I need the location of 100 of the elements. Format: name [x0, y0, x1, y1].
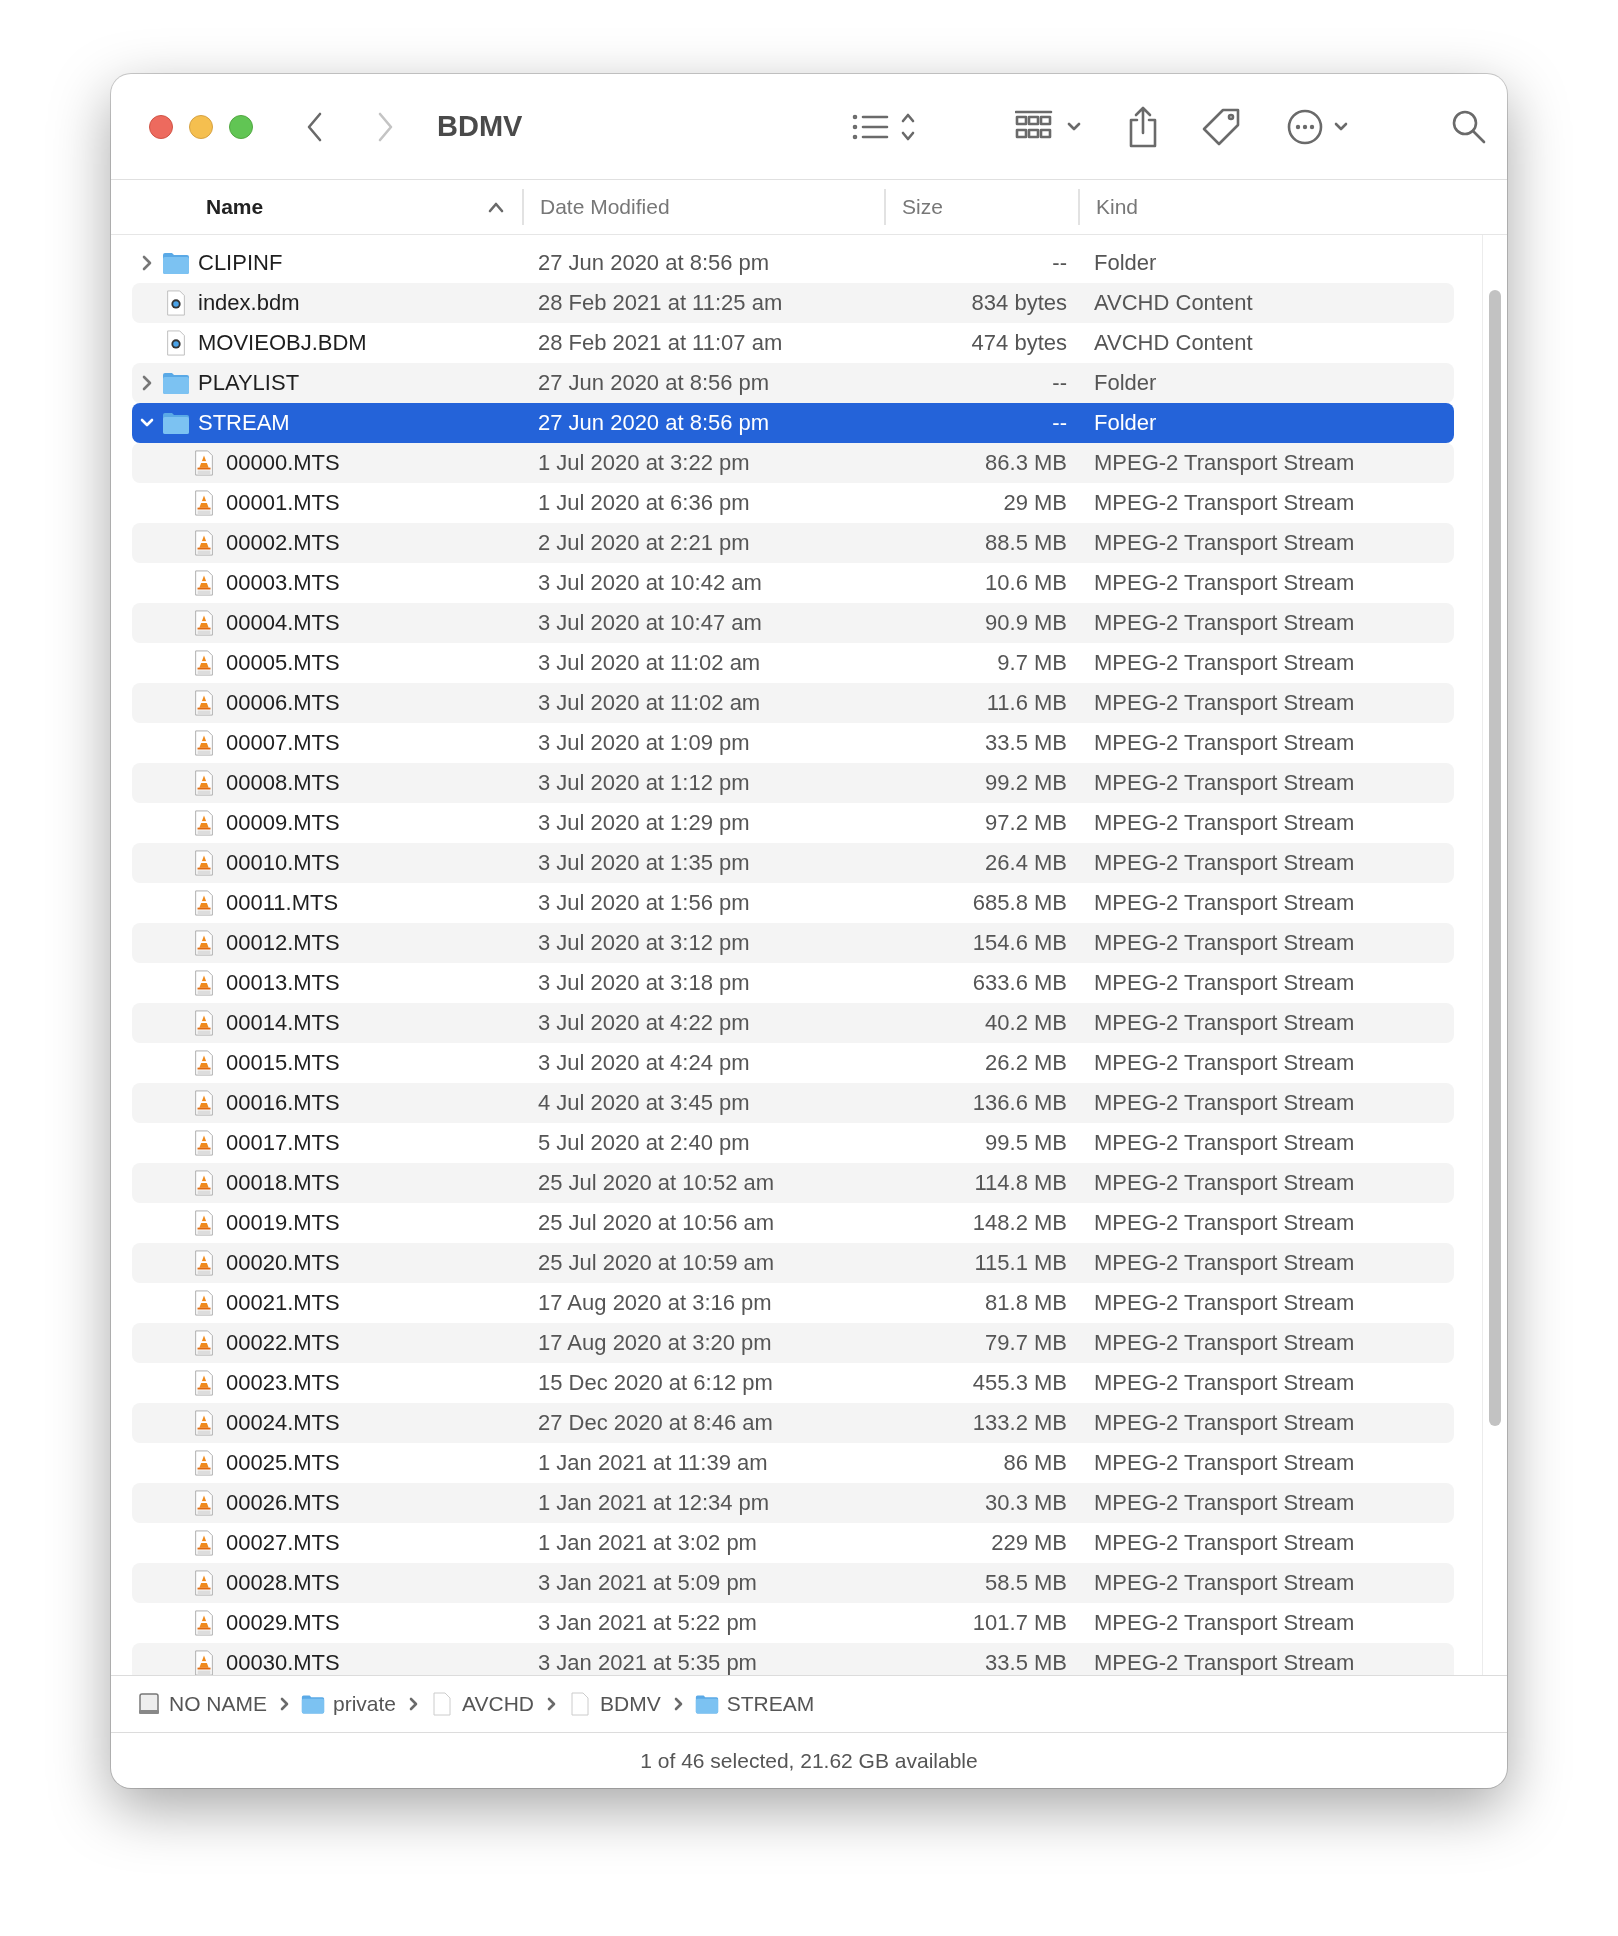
zoom-button[interactable] [229, 114, 253, 139]
file-size: 81.8 MB [984, 1290, 1068, 1316]
file-row[interactable]: 00012.MTS 3 Jul 2020 at 3:12 pm 154.6 MB MPEG-2 Transport Stream [132, 923, 1454, 963]
file-kind: MPEG-2 Transport Stream [1093, 650, 1356, 676]
file-row[interactable]: 00024.MTS 27 Dec 2020 at 8:46 am 133.2 MB MPEG-2 Transport Stream [132, 1403, 1454, 1443]
path-item[interactable]: AVCHD [430, 1692, 534, 1716]
file-size: 136.6 MB [971, 1090, 1068, 1116]
file-row[interactable]: 00003.MTS 3 Jul 2020 at 10:42 am 10.6 MB MPEG-2 Transport Stream [132, 563, 1454, 603]
file-size: 114.8 MB [973, 1170, 1068, 1196]
file-name: 00002.MTS [226, 530, 340, 556]
file-size: 90.9 MB [984, 610, 1068, 636]
file-name: index.bdm [198, 290, 300, 316]
file-kind: MPEG-2 Transport Stream [1093, 1570, 1356, 1596]
file-row[interactable]: PLAYLIST 27 Jun 2020 at 8:56 pm -- Folder [132, 363, 1454, 403]
folder-icon [694, 1692, 719, 1716]
file-row[interactable]: 00025.MTS 1 Jan 2021 at 11:39 am 86 MB MPEG-2 Transport Stream [132, 1443, 1454, 1483]
file-row[interactable]: 00005.MTS 3 Jul 2020 at 11:02 am 9.7 MB MPEG-2 Transport Stream [132, 643, 1454, 683]
tag-icon[interactable] [1201, 106, 1241, 147]
file-name: 00010.MTS [226, 850, 340, 876]
file-kind: MPEG-2 Transport Stream [1093, 1370, 1356, 1396]
file-name: 00015.MTS [226, 1050, 340, 1076]
file-kind: MPEG-2 Transport Stream [1093, 930, 1356, 956]
date-modified: 3 Jul 2020 at 10:47 am [537, 610, 763, 636]
path-item[interactable]: private [301, 1692, 397, 1716]
file-row[interactable]: 00022.MTS 17 Aug 2020 at 3:20 pm 79.7 MB MPEG-2 Transport Stream [132, 1323, 1454, 1363]
file-row[interactable]: 00013.MTS 3 Jul 2020 at 3:18 pm 633.6 MB MPEG-2 Transport Stream [132, 963, 1454, 1003]
file-name: 00021.MTS [226, 1290, 340, 1316]
file-name: 00001.MTS [226, 490, 340, 516]
file-name: 00024.MTS [226, 1410, 340, 1436]
scrollbar-thumb[interactable] [1489, 290, 1501, 1426]
file-name: 00019.MTS [226, 1210, 340, 1236]
file-kind: MPEG-2 Transport Stream [1093, 1410, 1356, 1436]
file-kind: Folder [1093, 250, 1158, 276]
file-name: 00025.MTS [226, 1450, 340, 1476]
file-row[interactable]: 00015.MTS 3 Jul 2020 at 4:24 pm 26.2 MB MPEG-2 Transport Stream [132, 1043, 1454, 1083]
column-header[interactable]: Date Modified [522, 189, 884, 225]
file-row[interactable]: 00004.MTS 3 Jul 2020 at 10:47 am 90.9 MB MPEG-2 Transport Stream [132, 603, 1454, 643]
file-row[interactable]: 00023.MTS 15 Dec 2020 at 6:12 pm 455.3 MB MPEG-2 Transport Stream [132, 1363, 1454, 1403]
file-size: 88.5 MB [984, 530, 1068, 556]
path-item[interactable]: NO NAME [137, 1692, 267, 1716]
close-button[interactable] [149, 114, 173, 139]
file-row[interactable]: 00010.MTS 3 Jul 2020 at 1:35 pm 26.4 MB MPEG-2 Transport Stream [132, 843, 1454, 883]
file-row[interactable]: MOVIEOBJ.BDM 28 Feb 2021 at 11:07 am 474 bytes AVCHD Content [132, 323, 1454, 363]
file-size: 99.5 MB [984, 1130, 1068, 1156]
column-header[interactable]: Size [884, 189, 1078, 225]
file-row[interactable]: 00007.MTS 3 Jul 2020 at 1:09 pm 33.5 MB MPEG-2 Transport Stream [132, 723, 1454, 763]
file-row[interactable]: 00008.MTS 3 Jul 2020 at 1:12 pm 99.2 MB MPEG-2 Transport Stream [132, 763, 1454, 803]
file-row[interactable]: 00027.MTS 1 Jan 2021 at 3:02 pm 229 MB MPEG-2 Transport Stream [132, 1523, 1454, 1563]
file-row[interactable]: 00019.MTS 25 Jul 2020 at 10:56 am 148.2 MB MPEG-2 Transport Stream [132, 1203, 1454, 1243]
file-row[interactable]: 00018.MTS 25 Jul 2020 at 10:52 am 114.8 MB MPEG-2 Transport Stream [132, 1163, 1454, 1203]
file-row[interactable]: CLIPINF 27 Jun 2020 at 8:56 pm -- Folder [132, 243, 1454, 283]
file-row[interactable]: 00020.MTS 25 Jul 2020 at 10:59 am 115.1 MB MPEG-2 Transport Stream [132, 1243, 1454, 1283]
file-size: 40.2 MB [984, 1010, 1068, 1036]
date-modified: 1 Jul 2020 at 6:36 pm [537, 490, 751, 516]
column-header[interactable]: Kind [1078, 189, 1507, 225]
file-kind: MPEG-2 Transport Stream [1093, 970, 1356, 996]
disclosure-icon[interactable] [140, 255, 154, 271]
file-name: 00023.MTS [226, 1370, 340, 1396]
file-row[interactable]: index.bdm 28 Feb 2021 at 11:25 am 834 bytes AVCHD Content [132, 283, 1454, 323]
file-name: PLAYLIST [198, 370, 300, 396]
file-size: 79.7 MB [984, 1330, 1068, 1356]
file-kind: MPEG-2 Transport Stream [1093, 1530, 1356, 1556]
date-modified: 3 Jul 2020 at 1:29 pm [537, 810, 751, 836]
folder-icon [301, 1692, 325, 1716]
file-name: 00013.MTS [226, 970, 340, 996]
file-kind: MPEG-2 Transport Stream [1093, 1650, 1356, 1675]
file-row[interactable]: 00021.MTS 17 Aug 2020 at 3:16 pm 81.8 MB MPEG-2 Transport Stream [132, 1283, 1454, 1323]
chevron-icon [546, 1697, 556, 1711]
file-row[interactable]: 00006.MTS 3 Jul 2020 at 11:02 am 11.6 MB MPEG-2 Transport Stream [132, 683, 1454, 723]
file-row[interactable]: 00026.MTS 1 Jan 2021 at 12:34 pm 30.3 MB MPEG-2 Transport Stream [132, 1483, 1454, 1523]
file-row[interactable]: 00002.MTS 2 Jul 2020 at 2:21 pm 88.5 MB MPEG-2 Transport Stream [132, 523, 1454, 563]
file-row[interactable]: 00017.MTS 5 Jul 2020 at 2:40 pm 99.5 MB MPEG-2 Transport Stream [132, 1123, 1454, 1163]
path-item[interactable]: BDMV [568, 1692, 661, 1716]
file-row[interactable]: STREAM 27 Jun 2020 at 8:56 pm -- Folder [132, 403, 1454, 443]
file-size: 33.5 MB [984, 730, 1068, 756]
file-row[interactable]: 00028.MTS 3 Jan 2021 at 5:09 pm 58.5 MB MPEG-2 Transport Stream [132, 1563, 1454, 1603]
file-kind: Folder [1093, 370, 1158, 396]
date-modified: 27 Jun 2020 at 8:56 pm [537, 370, 771, 396]
file-name: 00009.MTS [226, 810, 340, 836]
file-kind: MPEG-2 Transport Stream [1093, 490, 1356, 516]
file-row[interactable]: 00016.MTS 4 Jul 2020 at 3:45 pm 136.6 MB MPEG-2 Transport Stream [132, 1083, 1454, 1123]
file-row[interactable]: 00011.MTS 3 Jul 2020 at 1:56 pm 685.8 MB MPEG-2 Transport Stream [132, 883, 1454, 923]
column-header[interactable]: Name [132, 180, 522, 234]
file-name: 00008.MTS [226, 770, 340, 796]
file-kind: MPEG-2 Transport Stream [1093, 1330, 1356, 1356]
file-size: 30.3 MB [984, 1490, 1068, 1516]
date-modified: 27 Dec 2020 at 8:46 am [537, 1410, 774, 1436]
file-kind: AVCHD Content [1093, 330, 1254, 356]
file-row[interactable]: 00030.MTS 3 Jan 2021 at 5:35 pm 33.5 MB MPEG-2 Transport Stream [132, 1643, 1454, 1675]
file-row[interactable]: 00001.MTS 1 Jul 2020 at 6:36 pm 29 MB MPEG-2 Transport Stream [132, 483, 1454, 523]
file-name: 00000.MTS [226, 450, 340, 476]
file-row[interactable]: 00029.MTS 3 Jan 2021 at 5:22 pm 101.7 MB MPEG-2 Transport Stream [132, 1603, 1454, 1643]
file-row[interactable]: 00009.MTS 3 Jul 2020 at 1:29 pm 97.2 MB MPEG-2 Transport Stream [132, 803, 1454, 843]
file-row[interactable]: 00014.MTS 3 Jul 2020 at 4:22 pm 40.2 MB MPEG-2 Transport Stream [132, 1003, 1454, 1043]
file-row[interactable]: 00000.MTS 1 Jul 2020 at 3:22 pm 86.3 MB MPEG-2 Transport Stream [132, 443, 1454, 483]
search-icon[interactable] [1451, 108, 1487, 145]
date-modified: 27 Jun 2020 at 8:56 pm [537, 410, 771, 436]
disclosure-icon[interactable] [140, 375, 154, 391]
file-name: 00004.MTS [226, 610, 340, 636]
path-item[interactable]: STREAM [694, 1692, 815, 1716]
